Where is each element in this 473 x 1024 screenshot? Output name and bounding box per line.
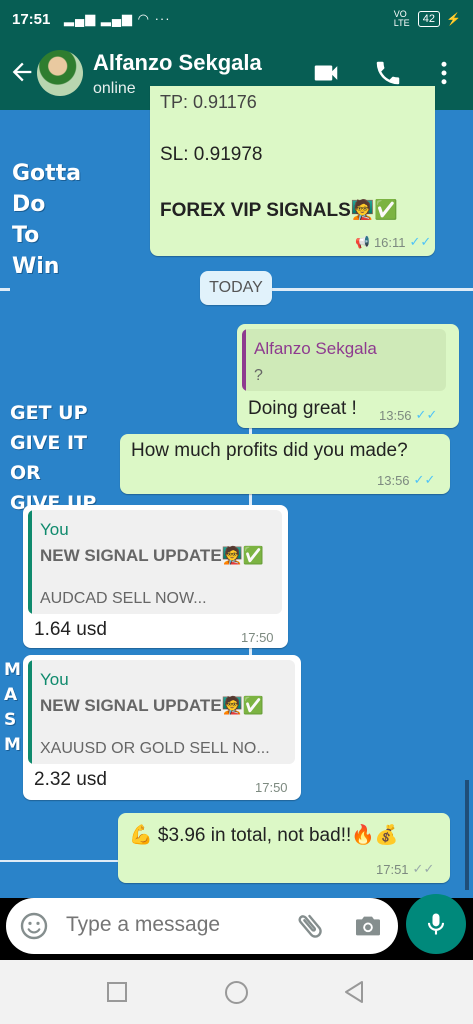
status-time: 17:51 xyxy=(12,11,51,28)
message-time: 16:11 xyxy=(373,234,406,250)
message-bubble-outgoing[interactable]: TP: 0.91176 SL: 0.91978 FOREX VIP SIGNAL… xyxy=(150,86,435,256)
double-check-icon: ✓✓ xyxy=(409,234,432,249)
quote-bar xyxy=(242,329,246,391)
back-arrow-icon[interactable] xyxy=(8,58,36,86)
wallpaper-line xyxy=(0,860,120,862)
message-bubble-outgoing[interactable]: How much profits did you made? 13:56 ✓✓ xyxy=(120,434,450,494)
status-bar: 17:51 ▂▄▆ ▂▄▆ ◠ ··· VO LTE 42 ⚡ xyxy=(0,0,473,38)
home-icon[interactable] xyxy=(224,980,249,1005)
message-text: SL: 0.91978 xyxy=(160,144,263,165)
system-nav-bar xyxy=(0,960,473,1024)
camera-icon[interactable] xyxy=(352,910,384,942)
quote-text: XAUUSD OR GOLD SELL NO... xyxy=(40,740,270,757)
message-bubble-outgoing[interactable]: 💪 $3.96 in total, not bad!!🔥💰 17:51 ✓✓ xyxy=(118,813,450,883)
double-check-icon: ✓✓ xyxy=(412,861,435,876)
message-meta: 17:51 ✓✓ xyxy=(376,861,434,877)
message-time: 17:51 xyxy=(376,861,409,877)
quote-author: Alfanzo Sekgala xyxy=(254,339,377,358)
message-text: 1.64 usd xyxy=(34,619,107,640)
attach-icon[interactable] xyxy=(294,910,326,942)
message-input[interactable] xyxy=(64,912,288,938)
message-meta: 13:56 ✓✓ xyxy=(379,407,437,423)
battery-icon: 42 xyxy=(417,11,441,27)
contact-name[interactable]: Alfanzo Sekgala xyxy=(93,50,262,76)
contact-status: online xyxy=(93,80,136,97)
wallpaper-text-2: GET UP GIVE IT OR GIVE UP xyxy=(10,402,97,514)
quote-text: ? xyxy=(254,367,263,384)
message-text: How much profits did you made? xyxy=(131,440,408,461)
quote-text: AUDCAD SELL NOW... xyxy=(40,590,207,607)
message-time: 17:50 xyxy=(241,630,274,645)
quote-bar xyxy=(28,660,32,764)
wallpaper-text-3: MASM xyxy=(4,660,21,755)
double-check-icon: ✓✓ xyxy=(413,472,436,487)
video-call-icon[interactable] xyxy=(311,58,341,88)
message-bubble-outgoing[interactable]: Alfanzo Sekgala ? Doing great ! 13:56 ✓✓ xyxy=(237,324,459,428)
quoted-message[interactable]: You NEW SIGNAL UPDATE🧑‍🏫✅ XAUUSD OR GOLD… xyxy=(28,660,295,764)
message-time: 13:56 xyxy=(377,472,410,488)
message-text: 💪 $3.96 in total, not bad!!🔥💰 xyxy=(129,825,399,846)
wallpaper-text-1: Gotta Do To Win xyxy=(12,161,82,279)
message-text: Doing great ! xyxy=(248,398,357,419)
megaphone-icon: 📢 xyxy=(355,235,370,249)
message-meta: 📢 16:11 ✓✓ xyxy=(355,234,431,250)
back-icon[interactable] xyxy=(342,979,366,1005)
avatar[interactable] xyxy=(37,50,83,96)
more-options-icon[interactable] xyxy=(429,58,459,88)
scrollbar[interactable] xyxy=(465,780,469,890)
emoji-icon[interactable] xyxy=(18,910,50,942)
message-meta: 13:56 ✓✓ xyxy=(377,472,435,488)
quoted-message[interactable]: Alfanzo Sekgala ? xyxy=(242,329,446,391)
mic-button[interactable] xyxy=(406,894,466,954)
message-bubble-incoming[interactable]: You NEW SIGNAL UPDATE🧑‍🏫✅ XAUUSD OR GOLD… xyxy=(23,655,301,800)
message-text: 2.32 usd xyxy=(34,769,107,790)
message-time: 13:56 xyxy=(379,407,412,423)
quote-author: You xyxy=(40,520,69,539)
message-text: FOREX VIP SIGNALS🧑‍🏫✅ xyxy=(160,200,399,221)
quote-title: NEW SIGNAL UPDATE🧑‍🏫✅ xyxy=(40,696,264,715)
double-check-icon: ✓✓ xyxy=(415,407,438,422)
quote-title: NEW SIGNAL UPDATE🧑‍🏫✅ xyxy=(40,546,264,565)
voice-call-icon[interactable] xyxy=(373,58,403,88)
volte-indicator: VO LTE xyxy=(393,9,410,28)
recent-apps-icon[interactable] xyxy=(106,981,128,1003)
date-divider: TODAY xyxy=(200,271,272,305)
quote-author: You xyxy=(40,670,69,689)
quote-bar xyxy=(28,510,32,614)
message-text: TP: 0.91176 xyxy=(160,92,257,112)
status-right: VO LTE 42 ⚡ xyxy=(394,10,461,28)
wallpaper-line xyxy=(272,288,473,291)
wallpaper-line xyxy=(0,288,10,291)
mic-icon xyxy=(427,913,445,935)
message-time: 17:50 xyxy=(255,780,288,795)
signal-wifi-icons: ▂▄▆ ▂▄▆ ◠ ··· xyxy=(64,11,171,26)
charging-icon: ⚡ xyxy=(446,12,461,26)
quoted-message[interactable]: You NEW SIGNAL UPDATE🧑‍🏫✅ AUDCAD SELL NO… xyxy=(28,510,282,614)
message-bubble-incoming[interactable]: You NEW SIGNAL UPDATE🧑‍🏫✅ AUDCAD SELL NO… xyxy=(23,505,288,648)
